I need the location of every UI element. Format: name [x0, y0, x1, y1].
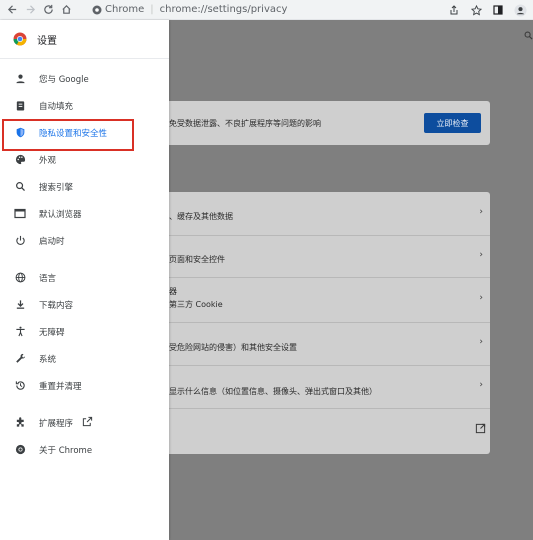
settings-row-privacy-guide[interactable]: 页面和安全控件 › — [139, 236, 490, 278]
chrome-logo-icon — [14, 444, 26, 456]
menu-item-label: 扩展程序 — [39, 418, 74, 429]
home-icon — [61, 4, 71, 14]
bookmark-button[interactable] — [467, 1, 485, 19]
privacy-settings-card: 、缓存及其他数据 › 页面和安全控件 › 器 第三方 Cookie › 受危险网… — [139, 192, 490, 454]
settings-row-site-settings[interactable]: 显示什么信息（如位置信息、摄像头、弹出式窗口及其他） › — [139, 366, 490, 409]
side-panel-button[interactable] — [489, 1, 507, 19]
address-bar[interactable]: Chrome | chrome://settings/privacy — [92, 1, 287, 18]
side-panel-icon — [493, 5, 503, 15]
share-icon — [450, 5, 458, 15]
arrow-left-icon — [7, 5, 16, 14]
clipboard-icon — [14, 100, 26, 112]
forward-button[interactable] — [21, 1, 39, 19]
menu-item-you-and-google[interactable]: 您与 Google — [0, 65, 169, 92]
row-text: 受危险网站的侵害）和其他安全设置 — [169, 343, 297, 352]
menu-item-languages[interactable]: 语言 — [0, 264, 169, 291]
star-icon — [470, 4, 482, 16]
menu-item-search-engine[interactable]: 搜索引擎 — [0, 173, 169, 200]
menu-item-label: 启动时 — [39, 236, 65, 247]
share-button[interactable] — [445, 1, 463, 19]
toolbar-right — [445, 0, 533, 20]
globe-icon — [14, 272, 26, 284]
menu-item-appearance[interactable]: 外观 — [0, 146, 169, 173]
menu-item-label: 您与 Google — [39, 74, 89, 85]
search-icon — [524, 31, 533, 43]
reload-icon — [43, 4, 53, 14]
chevron-right-icon: › — [479, 250, 483, 260]
browser-window-icon — [14, 208, 26, 220]
menu-item-system[interactable]: 系统 — [0, 345, 169, 372]
arrow-right-icon — [26, 5, 35, 14]
profile-avatar-icon — [513, 3, 527, 17]
shield-icon — [14, 127, 26, 139]
settings-row-clear-data[interactable]: 、缓存及其他数据 › — [139, 192, 490, 236]
menu-item-default-browser[interactable]: 默认浏览器 — [0, 200, 169, 227]
wrench-icon — [14, 353, 26, 365]
chevron-right-icon: › — [479, 293, 483, 303]
row-text: 、缓存及其他数据 — [169, 212, 233, 221]
menu-gap — [0, 254, 169, 264]
safety-check-card: 免受数据泄露、不良扩展程序等问题的影响 立即检查 — [139, 101, 490, 145]
menu-item-label: 隐私设置和安全性 — [39, 128, 108, 139]
drawer-title: 设置 — [37, 35, 57, 47]
chrome-logo-icon — [92, 5, 102, 14]
site-info-chip[interactable]: Chrome — [92, 4, 144, 15]
check-now-button[interactable]: 立即检查 — [424, 113, 481, 133]
row-text: 器 — [169, 287, 177, 296]
chevron-right-icon: › — [479, 380, 483, 390]
reload-button[interactable] — [39, 1, 57, 19]
menu-item-autofill[interactable]: 自动填充 — [0, 92, 169, 119]
menu-item-on-startup[interactable]: 启动时 — [0, 227, 169, 254]
settings-drawer: 设置 您与 Google 自动填充 隐私设置和安全性 外观 搜索引擎 默认浏览器 — [0, 20, 169, 540]
menu-item-label: 默认浏览器 — [39, 209, 82, 220]
menu-gap — [0, 399, 169, 409]
menu-item-downloads[interactable]: 下载内容 — [0, 291, 169, 318]
menu-item-label: 自动填充 — [39, 101, 74, 112]
settings-row-external[interactable] — [139, 409, 490, 454]
row-text: 页面和安全控件 — [169, 255, 225, 264]
settings-row-cookies[interactable]: 器 第三方 Cookie › — [139, 278, 490, 323]
menu-item-label: 系统 — [39, 354, 57, 365]
search-icon — [14, 181, 26, 193]
open-in-new-icon — [475, 423, 486, 437]
menu-item-label: 重置并清理 — [39, 381, 82, 392]
puzzle-icon — [14, 417, 26, 429]
menu-item-accessibility[interactable]: 无障碍 — [0, 318, 169, 345]
chevron-right-icon: › — [479, 207, 483, 217]
safety-check-text: 免受数据泄露、不良扩展程序等问题的影响 — [169, 118, 321, 128]
menu-item-label: 语言 — [39, 273, 57, 284]
content-scrim[interactable]: 免受数据泄露、不良扩展程序等问题的影响 立即检查 、缓存及其他数据 › 页面和安… — [139, 20, 533, 540]
menu-item-label: 搜索引擎 — [39, 182, 74, 193]
person-icon — [14, 73, 26, 85]
accessibility-icon — [14, 326, 26, 338]
palette-icon — [14, 154, 26, 166]
home-button[interactable] — [57, 1, 75, 19]
menu-item-label: 下载内容 — [39, 300, 74, 311]
settings-row-security[interactable]: 受危险网站的侵害）和其他安全设置 › — [139, 323, 490, 366]
settings-menu: 您与 Google 自动填充 隐私设置和安全性 外观 搜索引擎 默认浏览器 启动… — [0, 59, 169, 463]
row-text: 显示什么信息（如位置信息、摄像头、弹出式窗口及其他） — [169, 387, 377, 396]
row-subtext: 第三方 Cookie — [169, 300, 223, 309]
menu-item-label: 外观 — [39, 155, 57, 166]
menu-item-privacy-security[interactable]: 隐私设置和安全性 — [0, 119, 169, 146]
site-chip-label: Chrome — [105, 4, 145, 15]
profile-button[interactable] — [511, 1, 529, 19]
back-button[interactable] — [3, 1, 21, 19]
menu-item-label: 无障碍 — [39, 327, 65, 338]
url-text: chrome://settings/privacy — [159, 4, 288, 15]
menu-item-about-chrome[interactable]: 关于 Chrome — [0, 436, 169, 463]
open-in-new-icon — [82, 416, 93, 430]
menu-item-reset[interactable]: 重置并清理 — [0, 372, 169, 399]
menu-item-extensions[interactable]: 扩展程序 — [0, 409, 169, 436]
omnibox-separator: | — [150, 4, 154, 15]
drawer-header: 设置 — [0, 20, 169, 59]
download-icon — [14, 299, 26, 311]
menu-item-label: 关于 Chrome — [39, 445, 93, 456]
browser-toolbar: Chrome | chrome://settings/privacy — [0, 0, 533, 20]
power-icon — [14, 235, 26, 247]
history-icon — [14, 380, 26, 392]
chevron-right-icon: › — [479, 337, 483, 347]
chrome-logo-icon — [13, 32, 27, 46]
